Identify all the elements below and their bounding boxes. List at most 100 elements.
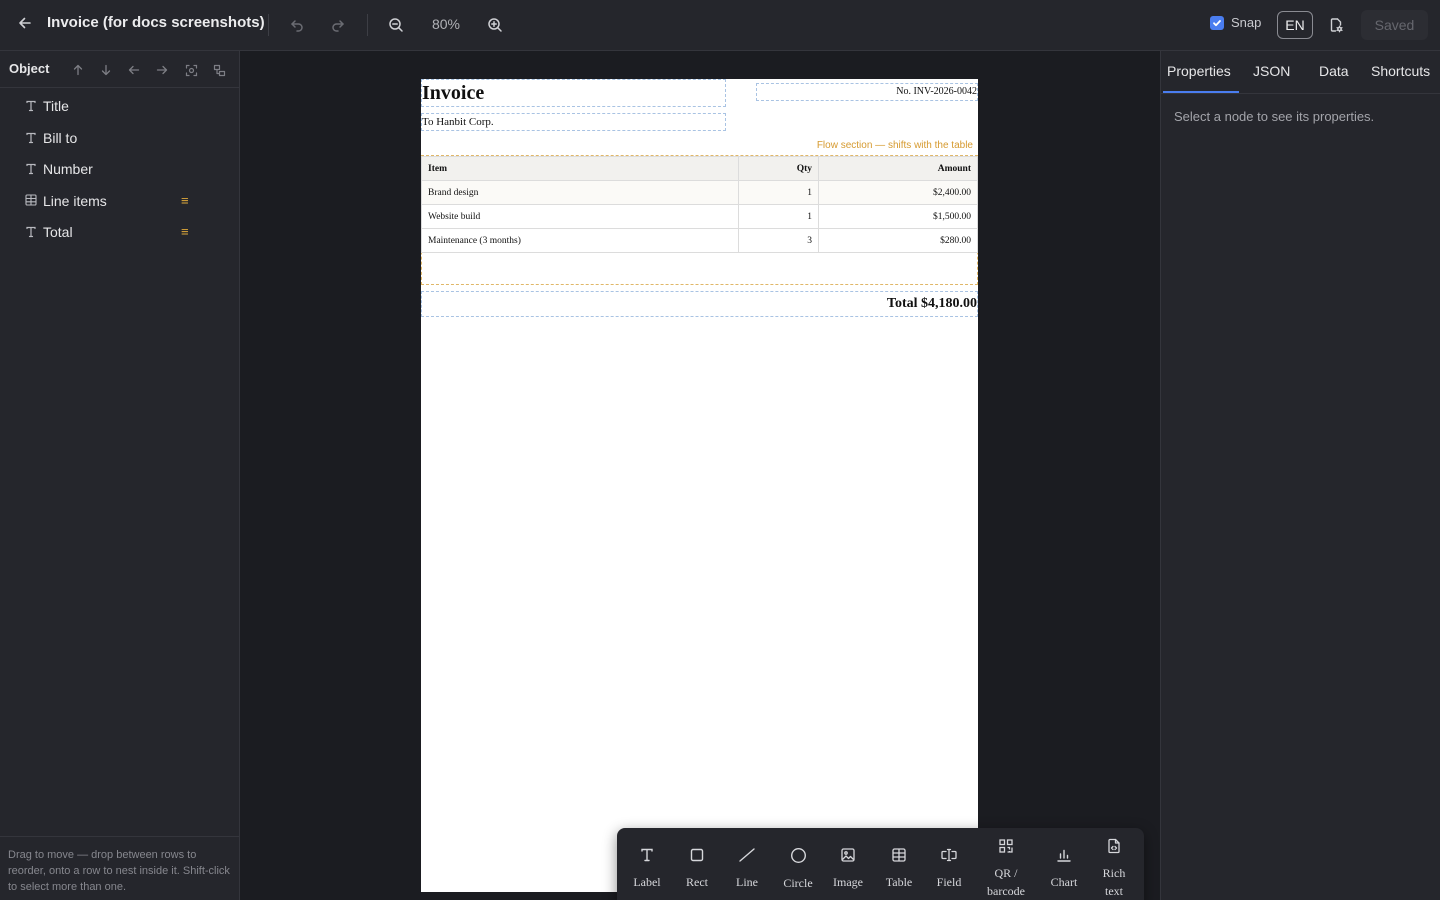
group-nodes-icon[interactable] bbox=[209, 60, 229, 80]
design-canvas[interactable]: Invoice No. INV-2026-0042 To Hanbit Corp… bbox=[240, 51, 1160, 900]
tree-item-title[interactable]: Title bbox=[0, 92, 239, 122]
circle-icon bbox=[790, 847, 807, 874]
table-row[interactable]: Maintenance (3 months) 3 $280.00 bbox=[421, 228, 978, 253]
text-icon bbox=[24, 162, 38, 176]
tree-item-total[interactable]: Total ≡ bbox=[0, 218, 239, 248]
snap-toggle[interactable]: Snap bbox=[1210, 15, 1261, 30]
inspector-tabs: Properties JSON Data Shortcuts bbox=[1161, 51, 1440, 94]
tree-item-label: Title bbox=[43, 98, 69, 114]
tree-item-bill-to[interactable]: Bill to bbox=[0, 124, 239, 154]
insert-label-text: Label bbox=[633, 875, 661, 889]
table-icon bbox=[891, 847, 907, 873]
snap-checkbox[interactable] bbox=[1210, 15, 1224, 30]
inspector-panel: Properties JSON Data Shortcuts Select a … bbox=[1160, 51, 1440, 900]
insert-line-button[interactable]: Line bbox=[732, 828, 762, 900]
bill-to-node[interactable]: To Hanbit Corp. bbox=[421, 113, 726, 131]
insert-toolbar: Label Rect Line Circle Image Table Field… bbox=[617, 828, 1144, 900]
tree-item-label: Number bbox=[43, 161, 93, 177]
insert-label-text: QR / barcode bbox=[987, 866, 1025, 898]
insert-table-button[interactable]: Table bbox=[882, 828, 916, 900]
tree-item-label: Line items bbox=[43, 193, 107, 209]
toolbar-divider bbox=[268, 14, 269, 36]
title-node[interactable]: Invoice bbox=[421, 79, 726, 107]
insert-chart-button[interactable]: Chart bbox=[1047, 828, 1081, 900]
tab-json[interactable]: JSON bbox=[1253, 63, 1290, 79]
total-node[interactable]: Total $4,180.00 bbox=[421, 291, 978, 317]
number-node[interactable]: No. INV-2026-0042 bbox=[756, 83, 978, 101]
insert-label-text: Rect bbox=[686, 875, 708, 889]
zoom-out-icon[interactable] bbox=[382, 11, 410, 39]
table-header-row: Item Qty Amount bbox=[421, 156, 978, 181]
invoice-page[interactable]: Invoice No. INV-2026-0042 To Hanbit Corp… bbox=[421, 79, 1144, 900]
tab-shortcuts[interactable]: Shortcuts bbox=[1371, 63, 1430, 79]
insert-rect-button[interactable]: Rect bbox=[682, 828, 712, 900]
cell-amount: $1,500.00 bbox=[818, 204, 978, 229]
table-row[interactable]: Brand design 1 $2,400.00 bbox=[421, 180, 978, 205]
object-panel-hint: Drag to move — drop between rows to reor… bbox=[0, 836, 239, 900]
cell-amount: $280.00 bbox=[818, 228, 978, 253]
line-items-table[interactable]: Item Qty Amount Brand design 1 $2,400.00… bbox=[421, 156, 978, 253]
tree-item-number[interactable]: Number bbox=[0, 155, 239, 185]
outdent-left-icon[interactable] bbox=[124, 60, 144, 80]
move-up-icon[interactable] bbox=[68, 60, 88, 80]
cell-qty: 3 bbox=[738, 228, 819, 253]
text-icon bbox=[24, 131, 38, 145]
tab-properties[interactable]: Properties bbox=[1167, 63, 1231, 79]
language-button[interactable]: EN bbox=[1277, 11, 1313, 39]
focus-selection-icon[interactable] bbox=[181, 60, 201, 80]
insert-qr-barcode-button[interactable]: QR / barcode bbox=[981, 828, 1031, 900]
cell-qty: 1 bbox=[738, 204, 819, 229]
tree-item-label: Bill to bbox=[43, 130, 78, 146]
column-header-item: Item bbox=[421, 156, 739, 181]
table-row[interactable]: Website build 1 $1,500.00 bbox=[421, 204, 978, 229]
zoom-in-icon[interactable] bbox=[481, 11, 509, 39]
insert-label-text: Line bbox=[736, 875, 758, 889]
object-panel-header: Object bbox=[0, 51, 239, 88]
insert-circle-button[interactable]: Circle bbox=[780, 828, 816, 900]
empty-state-message: Select a node to see its properties. bbox=[1174, 109, 1375, 124]
cell-item: Brand design bbox=[421, 180, 739, 205]
cell-qty: 1 bbox=[738, 180, 819, 205]
qr-code-icon bbox=[998, 838, 1014, 864]
redo-icon[interactable] bbox=[324, 11, 352, 39]
document-settings-icon[interactable] bbox=[1322, 11, 1350, 39]
cell-item: Website build bbox=[421, 204, 739, 229]
insert-label-text: Circle bbox=[783, 875, 813, 890]
undo-icon[interactable] bbox=[283, 11, 311, 39]
flow-indicator-icon: ≡ bbox=[181, 224, 189, 239]
top-bar: Invoice (for docs screenshots) 80% Snap … bbox=[0, 0, 1440, 51]
insert-image-button[interactable]: Image bbox=[829, 828, 867, 900]
rich-text-icon bbox=[1106, 838, 1122, 864]
toolbar-divider bbox=[367, 14, 368, 36]
object-panel-title: Object bbox=[9, 61, 50, 76]
indent-right-icon[interactable] bbox=[152, 60, 172, 80]
field-icon bbox=[940, 847, 958, 873]
text-icon bbox=[24, 99, 38, 113]
insert-label-text: Chart bbox=[1050, 875, 1078, 889]
column-header-amount: Amount bbox=[818, 156, 978, 181]
snap-label: Snap bbox=[1231, 15, 1262, 30]
chart-icon bbox=[1056, 847, 1072, 873]
image-icon bbox=[840, 847, 856, 873]
flow-section-note: Flow section — shifts with the table bbox=[816, 140, 973, 151]
insert-label-text: Table bbox=[885, 875, 913, 889]
back-arrow-icon[interactable] bbox=[11, 9, 39, 37]
insert-label-text: Field bbox=[936, 875, 962, 889]
text-icon bbox=[24, 225, 38, 239]
flow-indicator-icon: ≡ bbox=[181, 193, 189, 208]
cell-item: Maintenance (3 months) bbox=[421, 228, 739, 253]
rectangle-icon bbox=[689, 847, 705, 873]
table-icon bbox=[24, 193, 38, 207]
insert-field-button[interactable]: Field bbox=[933, 828, 965, 900]
insert-label-text: Image bbox=[833, 875, 863, 889]
object-panel: Object Title Bill to Number Line items ≡… bbox=[0, 51, 240, 900]
zoom-level[interactable]: 80% bbox=[424, 16, 468, 32]
saved-button[interactable]: Saved bbox=[1361, 10, 1428, 40]
insert-label-button[interactable]: Label bbox=[632, 828, 662, 900]
move-down-icon[interactable] bbox=[96, 60, 116, 80]
tree-item-line-items[interactable]: Line items ≡ bbox=[0, 187, 239, 217]
insert-rich-text-button[interactable]: Rich text bbox=[1099, 828, 1129, 900]
insert-label-text: Rich text bbox=[1102, 866, 1126, 898]
document-title[interactable]: Invoice (for docs screenshots) bbox=[47, 14, 265, 31]
tab-data[interactable]: Data bbox=[1319, 63, 1349, 79]
